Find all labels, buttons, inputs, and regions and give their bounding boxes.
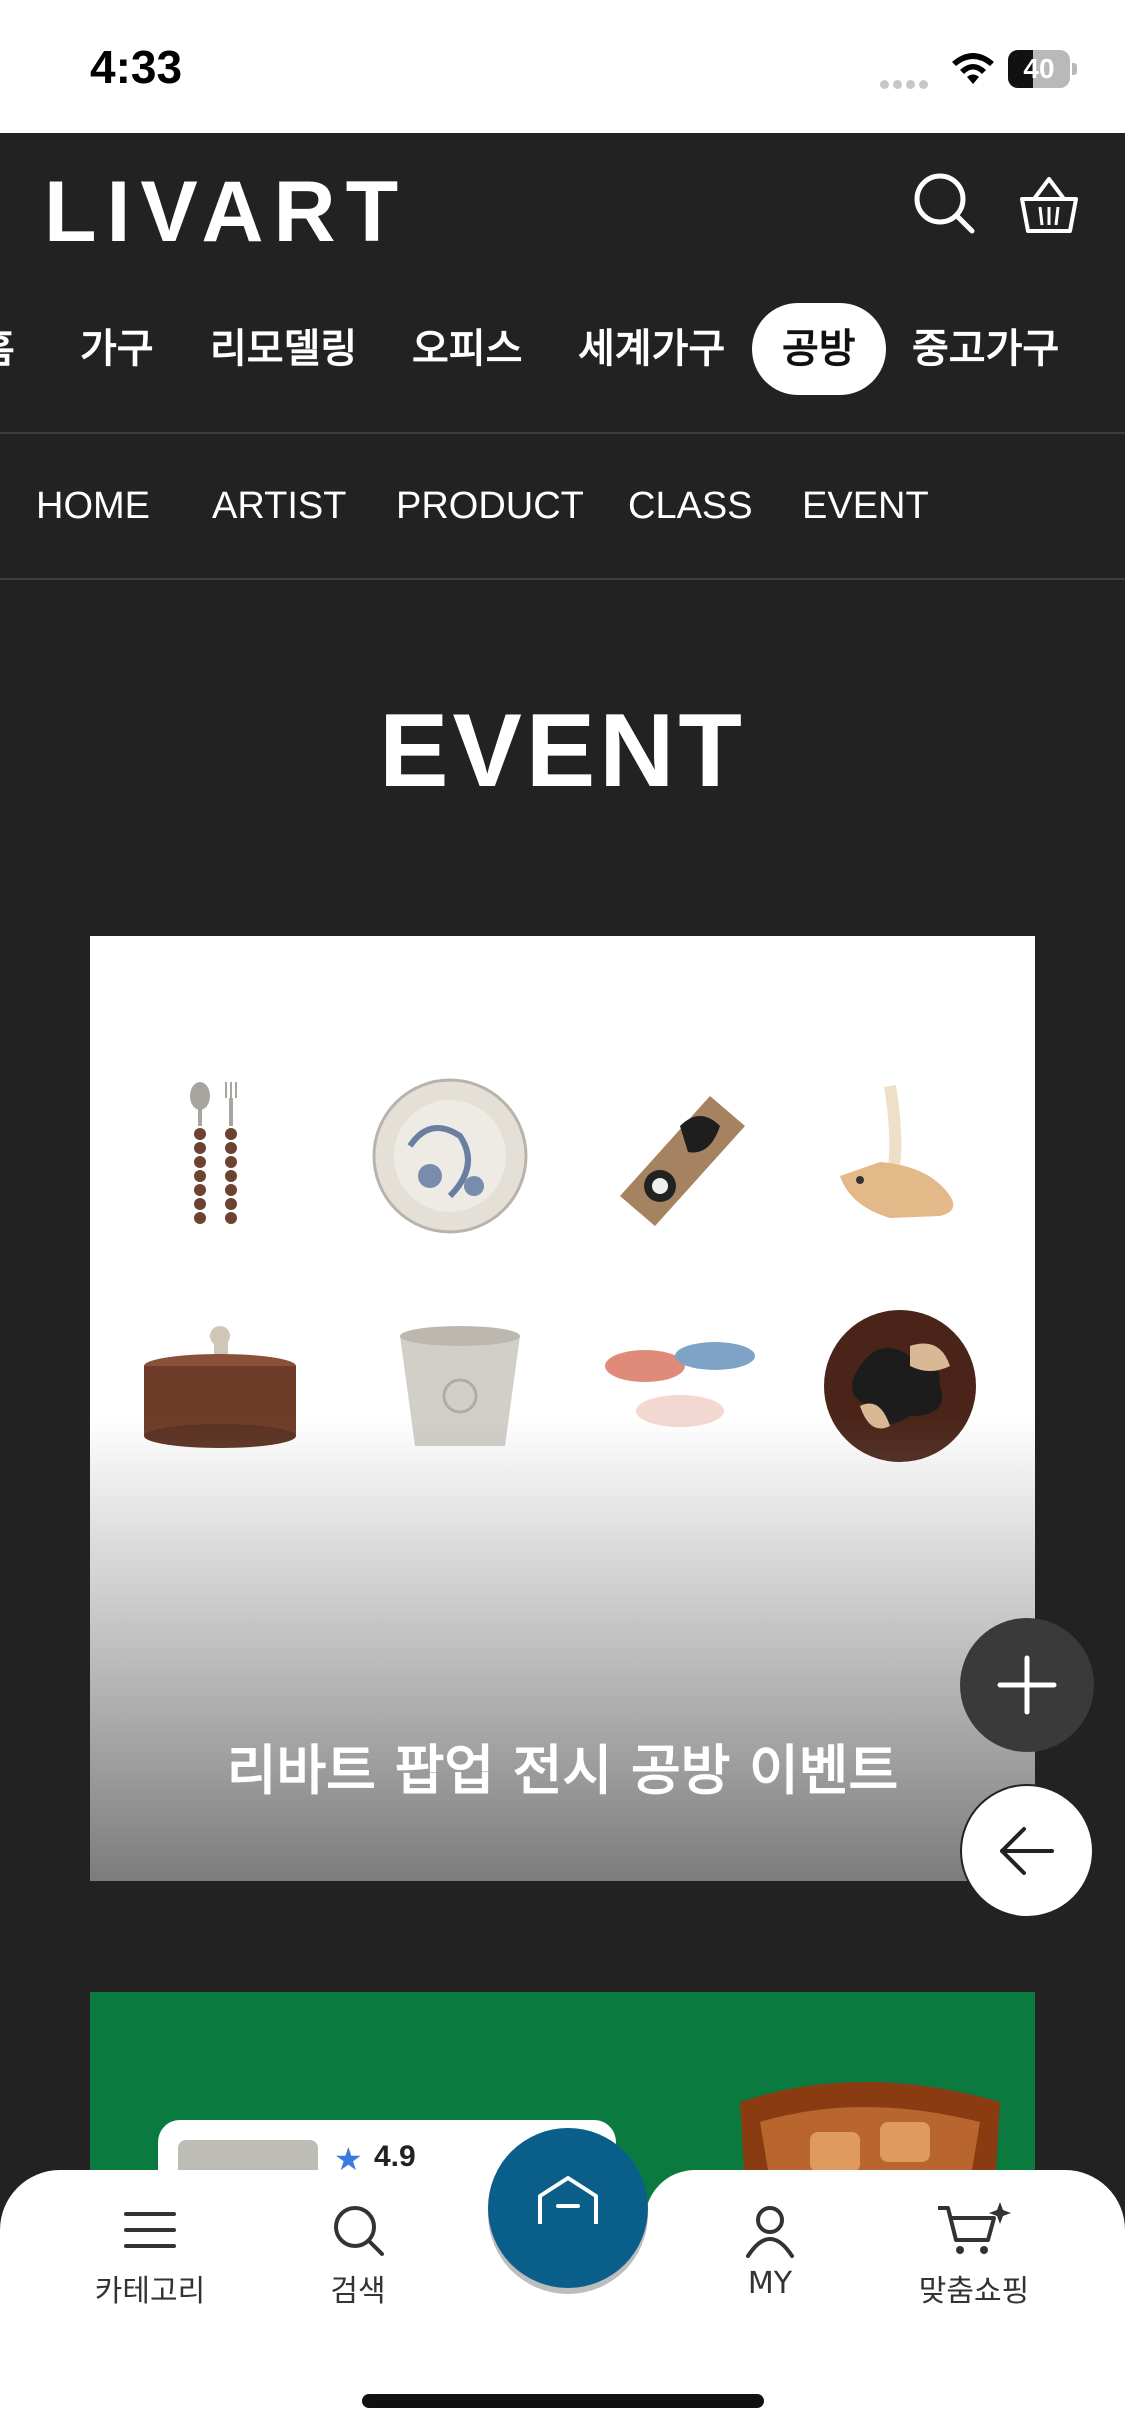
search-icon: [334, 2206, 384, 2256]
add-button[interactable]: [960, 1618, 1094, 1752]
person-icon: [746, 2206, 794, 2258]
tab-my[interactable]: MY: [670, 2200, 870, 2330]
section-title: EVENT: [379, 693, 746, 809]
plus-icon: [997, 1655, 1057, 1715]
wooden-toy-image: [840, 1085, 954, 1218]
tab-custom-shopping-label: 맞춤쇼핑: [918, 2274, 1030, 2309]
header: LIVART 홈 가구 리모델링 오피스 세계가구 공방 중고가구: [0, 133, 1125, 433]
arrow-left-icon: [1000, 1827, 1054, 1875]
search-icon[interactable]: [912, 171, 978, 237]
subnav-class[interactable]: CLASS: [628, 434, 753, 578]
plate-image: [372, 1078, 528, 1234]
basket-icon[interactable]: [1016, 173, 1082, 239]
cart-sparkle-icon: [938, 2202, 1011, 2254]
review-rating: 4.9: [374, 2140, 416, 2173]
battery-icon: 40: [1008, 50, 1077, 88]
category-used-furniture[interactable]: 중고가구: [912, 303, 1059, 395]
category-office[interactable]: 오피스: [412, 303, 522, 395]
category-world-furniture[interactable]: 세계가구: [578, 303, 725, 395]
wifi-icon: [952, 53, 994, 84]
status-bar: 4:33 40: [0, 0, 1125, 133]
incense-holder-image: [620, 1096, 745, 1226]
divider: [0, 578, 1125, 580]
subnav-artist[interactable]: ARTIST: [212, 434, 346, 578]
tab-custom-shopping[interactable]: 맞춤쇼핑: [874, 2200, 1074, 2330]
battery-level: 40: [1023, 53, 1055, 84]
category-remodeling[interactable]: 리모델링: [210, 303, 357, 395]
subnav-product[interactable]: PRODUCT: [396, 434, 584, 578]
tab-category-label: 카테고리: [94, 2274, 206, 2309]
category-furniture[interactable]: 가구: [80, 303, 154, 395]
tab-search[interactable]: 검색: [258, 2200, 458, 2330]
menu-icon: [124, 2212, 176, 2248]
category-home[interactable]: 홈: [0, 303, 15, 395]
tab-search-label: 검색: [330, 2274, 386, 2309]
status-time: 4:33: [90, 41, 183, 93]
event-card[interactable]: 리바트 팝업 전시 공방 이벤트: [90, 936, 1035, 1881]
tab-category[interactable]: 카테고리: [50, 2200, 250, 2330]
tab-my-label: MY: [747, 2266, 793, 2301]
signal-icon: [880, 74, 934, 89]
home-button[interactable]: [488, 2128, 648, 2288]
sub-nav: HOME ARTIST PRODUCT CLASS EVENT: [0, 434, 1125, 578]
livart-logo[interactable]: LIVART: [44, 169, 408, 255]
image-shade: [90, 1416, 1035, 1881]
home-icon: [538, 2176, 598, 2224]
home-indicator: [362, 2394, 764, 2408]
event-title: 리바트 팝업 전시 공방 이벤트: [226, 1739, 899, 1802]
category-workshop[interactable]: 공방: [752, 303, 886, 395]
subnav-home[interactable]: HOME: [36, 434, 150, 578]
subnav-event[interactable]: EVENT: [802, 434, 929, 578]
category-nav: 홈 가구 리모델링 오피스 세계가구 공방 중고가구: [0, 303, 1125, 423]
cutlery-image: [190, 1082, 237, 1224]
back-button[interactable]: [960, 1784, 1094, 1918]
